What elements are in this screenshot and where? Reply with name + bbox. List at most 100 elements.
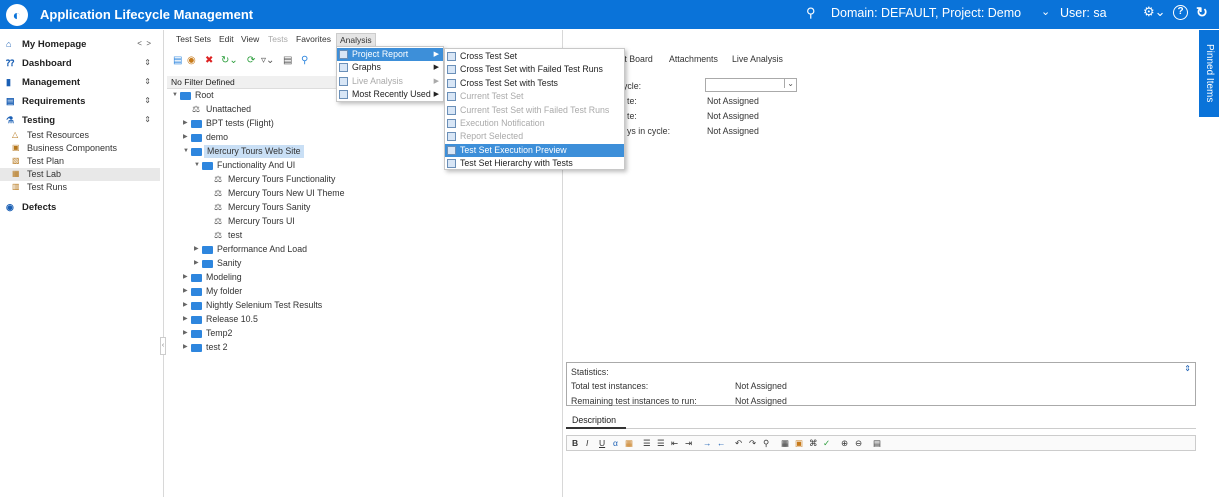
find-icon[interactable]: ⚲ [301, 55, 308, 66]
cycle-label: ycle: [623, 81, 642, 91]
collapsed-arrow-icon[interactable]: ▶ [183, 341, 188, 354]
expand-icon[interactable]: ⇕ [144, 77, 151, 86]
sidebar-item-dashboard[interactable]: ⁇ Dashboard ⇕ [0, 55, 163, 72]
menu-item-label: Project Report [352, 49, 409, 59]
highlight-icon[interactable]: ▦ [625, 438, 633, 449]
search-icon[interactable]: ⚲ [806, 5, 816, 21]
collapsed-arrow-icon[interactable]: ▶ [183, 285, 188, 298]
collapse-icon[interactable]: ⇕ [144, 115, 151, 124]
sidebar-item-test-runs[interactable]: ▥ Test Runs [0, 181, 160, 194]
undo-icon[interactable]: ↶ [735, 438, 742, 449]
sidebar-item-homepage[interactable]: ⌂ My Homepage < > [0, 36, 163, 53]
tab-live-analysis[interactable]: Live Analysis [732, 54, 783, 64]
redo-icon[interactable]: ↷ [749, 438, 756, 449]
indent-icon[interactable]: ⇥ [685, 438, 692, 449]
collapsed-arrow-icon[interactable]: ▶ [183, 117, 188, 130]
tab-attachments[interactable]: Attachments [669, 54, 718, 64]
ltr-icon[interactable]: → [703, 438, 712, 448]
nav-arrows-icon[interactable]: < > [137, 39, 151, 48]
refresh-icon[interactable]: ↻⌄ [221, 55, 238, 66]
user-label[interactable]: User: sa [1060, 6, 1107, 20]
italic-button[interactable]: I [586, 438, 588, 448]
zoom-in-icon[interactable]: ⊕ [841, 438, 848, 449]
menu-item[interactable]: Report Selected [445, 130, 624, 143]
sidebar-item-test-plan[interactable]: ▧ Test Plan [0, 155, 160, 168]
menu-view[interactable]: View [241, 34, 259, 44]
rtl-icon[interactable]: ← [717, 438, 726, 448]
menu-item[interactable]: Live Analysis ▶ [337, 75, 443, 88]
sidebar-item-test-lab[interactable]: ▦ Test Lab [0, 168, 160, 181]
menu-edit[interactable]: Edit [219, 34, 234, 44]
sidebar-item-testing[interactable]: ⚗ Testing ⇕ [0, 112, 163, 129]
menu-tests[interactable]: Tests [268, 34, 288, 44]
menu-item[interactable]: Cross Test Set with Tests [445, 77, 624, 90]
pinned-items-tab[interactable]: Pinned Items [1199, 30, 1219, 117]
collapsed-arrow-icon[interactable]: ▶ [194, 257, 199, 270]
bullet-list-icon[interactable]: ☰ [643, 438, 651, 449]
sidebar-item-label: Test Resources [27, 130, 90, 140]
sidebar-item-requirements[interactable]: ▤ Requirements ⇕ [0, 93, 163, 110]
expanded-arrow-icon[interactable]: ▼ [183, 145, 189, 158]
collapsed-arrow-icon[interactable]: ▶ [183, 313, 188, 326]
delete-icon[interactable]: ✖ [205, 55, 213, 66]
folder-icon [180, 92, 191, 100]
menu-item[interactable]: Cross Test Set [445, 50, 624, 63]
image-icon[interactable]: ▣ [795, 438, 803, 449]
menu-item[interactable]: Test Set Hierarchy with Tests [445, 157, 624, 170]
run-icon[interactable]: ⟳ [247, 55, 255, 66]
new-test-set-icon[interactable]: ◉ [187, 55, 196, 66]
bold-button[interactable]: B [572, 438, 578, 448]
filter-icon[interactable]: ▿⌄ [261, 55, 274, 66]
menu-item[interactable]: Project Report ▶ [337, 48, 443, 61]
details-icon[interactable]: ▤ [283, 55, 292, 66]
menu-favorites[interactable]: Favorites [296, 34, 331, 44]
menu-item[interactable]: Current Test Set with Failed Test Runs [445, 104, 624, 117]
folder-icon [191, 274, 202, 282]
expanded-arrow-icon[interactable]: ▼ [172, 89, 178, 102]
expand-icon[interactable]: ⇕ [144, 96, 151, 105]
menu-item[interactable]: Execution Notification [445, 117, 624, 130]
domain-project-label[interactable]: Domain: DEFAULT, Project: Demo [831, 6, 1021, 20]
chevron-down-icon[interactable]: ⌄ [784, 79, 794, 88]
sidebar-item-defects[interactable]: ◉ Defects [0, 199, 163, 216]
cycle-select[interactable]: ⌄ [705, 78, 797, 92]
table-icon[interactable]: ▦ [781, 438, 789, 449]
alm-logo-icon[interactable]: ◐ [6, 4, 28, 26]
expand-icon[interactable]: ⇕ [144, 58, 151, 67]
menu-item[interactable]: Current Test Set [445, 90, 624, 103]
collapsed-arrow-icon[interactable]: ▶ [183, 131, 188, 144]
collapsed-arrow-icon[interactable]: ▶ [194, 243, 199, 256]
menu-item[interactable]: Graphs ▶ [337, 61, 443, 74]
outdent-icon[interactable]: ⇤ [671, 438, 678, 449]
tree-node-label: Performance And Load [217, 244, 307, 254]
sidebar-item-management[interactable]: ▮ Management ⇕ [0, 74, 163, 91]
fullscreen-icon[interactable]: ▤ [873, 438, 881, 449]
collapse-arrow-icon[interactable]: ⇕ [1184, 364, 1191, 373]
menu-test-sets[interactable]: Test Sets [176, 34, 211, 44]
collapsed-arrow-icon[interactable]: ▶ [183, 299, 188, 312]
menu-item[interactable]: Cross Test Set with Failed Test Runs [445, 63, 624, 76]
management-icon: ▮ [6, 77, 11, 87]
attach-icon[interactable]: ⌘ [809, 438, 818, 449]
expanded-arrow-icon[interactable]: ▼ [194, 159, 200, 172]
menu-item[interactable]: Most Recently Used ▶ [337, 88, 443, 101]
font-color-icon[interactable]: α [613, 438, 618, 448]
chevron-down-icon[interactable]: ⌄ [1041, 5, 1050, 18]
refresh-icon[interactable]: ↻ [1196, 4, 1208, 21]
collapse-sidebar-handle[interactable]: ‹ [160, 337, 166, 355]
find-icon[interactable]: ⚲ [763, 438, 769, 449]
new-folder-icon[interactable]: ▤ [173, 55, 182, 66]
numbered-list-icon[interactable]: ☰ [657, 438, 665, 449]
collapsed-arrow-icon[interactable]: ▶ [183, 271, 188, 284]
spell-check-icon[interactable]: ✓ [823, 438, 830, 449]
collapsed-arrow-icon[interactable]: ▶ [183, 327, 188, 340]
sidebar-item-business-components[interactable]: ▣ Business Components [0, 142, 160, 155]
sidebar-item-test-resources[interactable]: △ Test Resources [0, 129, 160, 142]
menu-analysis[interactable]: Analysis [336, 33, 376, 47]
help-icon[interactable]: ? [1173, 5, 1188, 20]
menu-item[interactable]: Test Set Execution Preview [445, 143, 624, 157]
tab-description[interactable]: Description [566, 413, 626, 429]
underline-button[interactable]: U [599, 438, 605, 448]
zoom-out-icon[interactable]: ⊖ [855, 438, 862, 449]
gear-icon[interactable]: ⚙⌄ [1143, 4, 1166, 20]
